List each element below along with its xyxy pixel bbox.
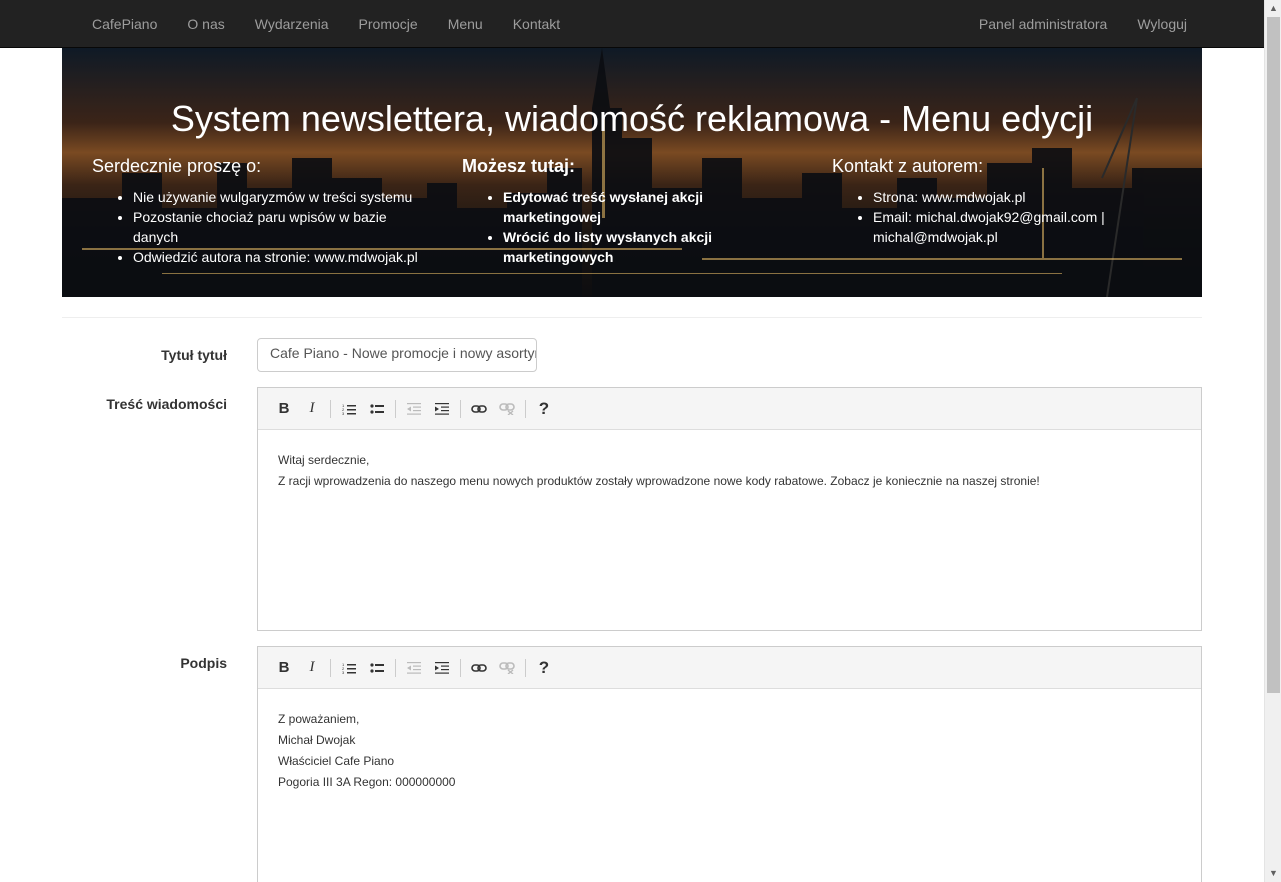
nav-brand[interactable]: CafePiano [77,0,172,48]
link-icon[interactable] [465,654,493,682]
divider [62,317,1202,318]
help-icon[interactable]: ? [530,654,558,682]
editor-line: Z poważaniem, [278,712,360,726]
ordered-list-icon[interactable]: 123 [335,654,363,682]
signature-editor: B I 123 ? Z poważaniem, Michał Dwojak Wł… [257,646,1202,882]
scroll-down-icon[interactable]: ▼ [1265,865,1281,882]
editor-line: Michał Dwojak [278,733,356,747]
nav-o-nas[interactable]: O nas [172,0,239,48]
list-item: Email: michal.dwojak92@gmail.com | micha… [873,207,1132,247]
outdent-icon[interactable] [400,654,428,682]
hero-col-contact: Kontakt z autorem: Strona: www.mdwojak.p… [832,156,1132,247]
editor-toolbar: B I 123 ? [258,388,1201,430]
nav-menu[interactable]: Menu [433,0,498,48]
navbar: CafePiano O nas Wydarzenia Promocje Menu… [0,0,1264,48]
hero-col-heading: Kontakt z autorem: [832,156,984,176]
content-editor-body[interactable]: Witaj serdecznie, Z racji wprowadzenia d… [258,430,1201,512]
hero-col-heading: Możesz tutaj: [462,156,576,176]
hero-col-list: Edytować treść wysłanej akcji marketingo… [462,187,762,267]
hero-col-list: Strona: www.mdwojak.pl Email: michal.dwo… [832,187,1132,247]
page-scrollbar[interactable]: ▲ ▼ [1264,0,1281,882]
toolbar-separator [460,399,461,418]
editor-line: Właściciel Cafe Piano [278,754,395,768]
nav-kontakt[interactable]: Kontakt [498,0,575,48]
hero-col-heading: Serdecznie proszę o: [92,156,262,176]
content-editor: B I 123 ? Witaj serdecznie, Z racji wpro… [257,387,1202,631]
scroll-thumb[interactable] [1267,17,1280,693]
scroll-up-icon[interactable]: ▲ [1265,0,1281,17]
editor-line: Pogoria III 3A Regon: 000000000 [278,775,456,789]
toolbar-separator [330,399,331,418]
toolbar-separator [395,658,396,677]
unordered-list-icon[interactable] [363,654,391,682]
unlink-icon[interactable] [493,654,521,682]
editor-line: Witaj serdecznie, [278,453,370,467]
signature-label: Podpis [180,655,227,671]
nav-logout[interactable]: Wyloguj [1122,0,1202,48]
nav-wydarzenia[interactable]: Wydarzenia [240,0,344,48]
nav-admin-panel[interactable]: Panel administratora [964,0,1122,48]
title-input[interactable]: Cafe Piano - Nowe promocje i nowy asorty… [257,338,537,372]
nav-right: Panel administratora Wyloguj [964,0,1202,48]
editor-toolbar: B I 123 ? [258,647,1201,689]
list-item[interactable]: Edytować treść wysłanej akcji marketingo… [503,187,762,227]
svg-text:3: 3 [342,411,345,415]
hero-banner: System newslettera, wiadomość reklamowa … [62,48,1202,297]
toolbar-separator [330,658,331,677]
toolbar-separator [525,399,526,418]
toolbar-separator [460,658,461,677]
editor-line: Z racji wprowadzenia do naszego menu now… [278,474,1040,488]
unlink-icon[interactable] [493,395,521,423]
title-label: Tytuł tytuł [161,347,227,363]
list-item: Pozostanie chociaż paru wpisów w bazie d… [133,207,432,247]
indent-icon[interactable] [428,395,456,423]
nav-promocje[interactable]: Promocje [344,0,433,48]
bold-icon[interactable]: B [270,395,298,423]
list-item: Nie używanie wulgaryzmów w treści system… [133,187,432,207]
list-item: Strona: www.mdwojak.pl [873,187,1132,207]
outdent-icon[interactable] [400,395,428,423]
italic-icon[interactable]: I [298,395,326,423]
indent-icon[interactable] [428,654,456,682]
link-icon[interactable] [465,395,493,423]
content-label: Treść wiadomości [106,396,227,412]
list-item[interactable]: Wrócić do listy wysłanych akcji marketin… [503,227,762,267]
ordered-list-icon[interactable]: 123 [335,395,363,423]
help-icon[interactable]: ? [530,395,558,423]
hero-col-actions: Możesz tutaj: Edytować treść wysłanej ak… [462,156,762,267]
hero-title: System newslettera, wiadomość reklamowa … [170,98,1094,139]
toolbar-separator [395,399,396,418]
list-item: Odwiedzić autora na stronie: www.mdwojak… [133,247,432,267]
hero-col-requests: Serdecznie proszę o: Nie używanie wulgar… [92,156,432,267]
signature-editor-body[interactable]: Z poważaniem, Michał Dwojak Właściciel C… [258,689,1201,813]
toolbar-separator [525,658,526,677]
italic-icon[interactable]: I [298,654,326,682]
nav-left: CafePiano O nas Wydarzenia Promocje Menu… [77,0,575,48]
hero-col-list: Nie używanie wulgaryzmów w treści system… [92,187,432,267]
bold-icon[interactable]: B [270,654,298,682]
unordered-list-icon[interactable] [363,395,391,423]
svg-text:3: 3 [342,670,345,674]
